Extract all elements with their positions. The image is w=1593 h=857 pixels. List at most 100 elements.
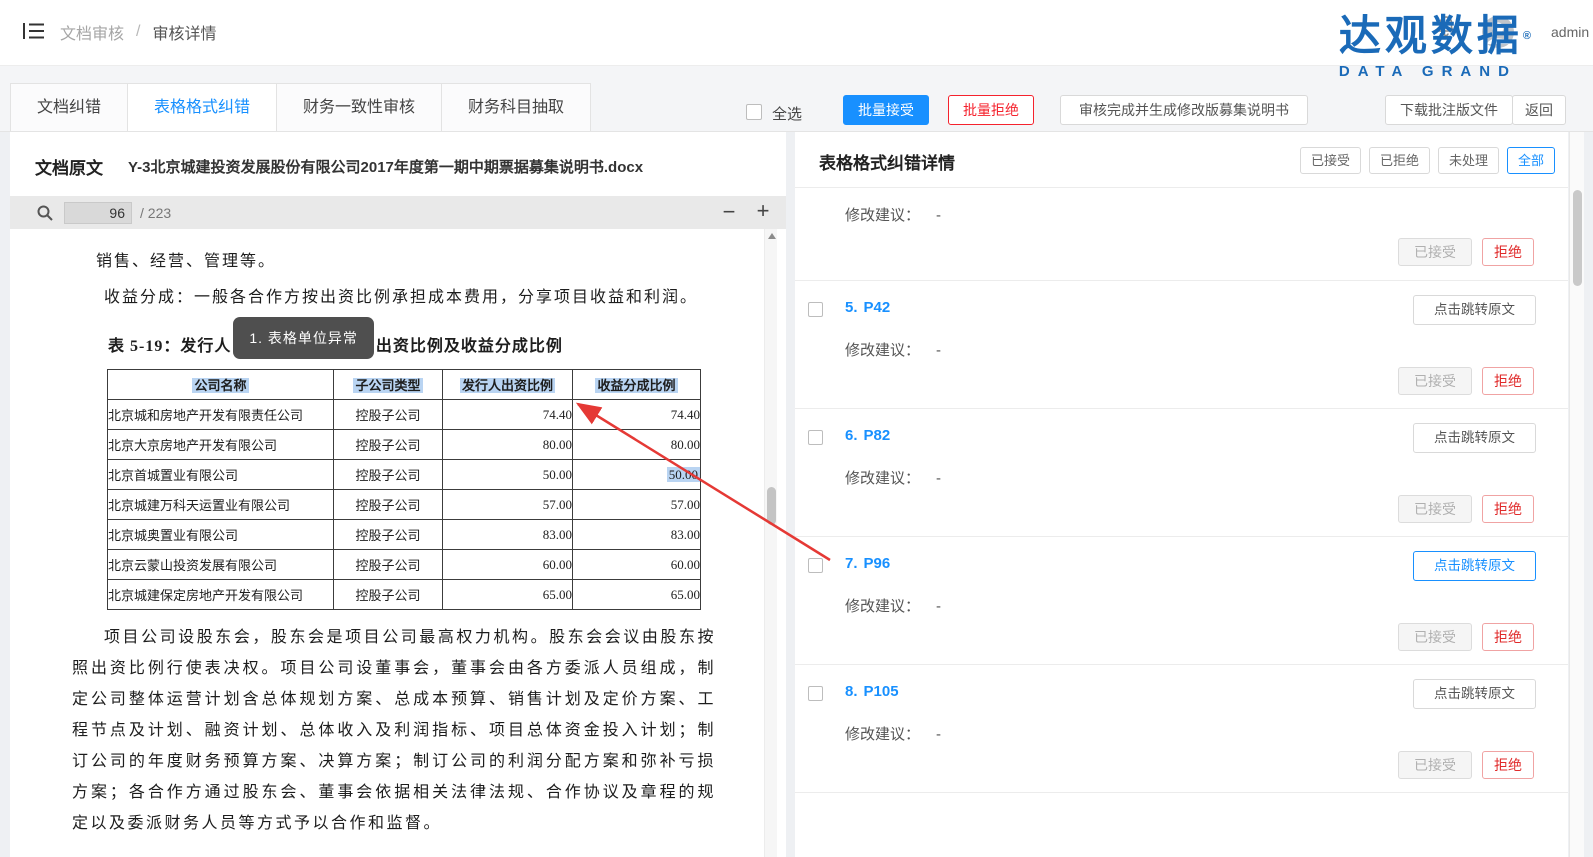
list-item-p105: 8.P105 点击跳转原文 修改建议：- 已接受 拒绝 (795, 665, 1568, 793)
suggestion-label: 修改建议： (845, 598, 920, 615)
item-checkbox[interactable] (808, 686, 823, 701)
header-subsidiary-type: 子公司类型 (353, 378, 422, 393)
reject-button[interactable]: 拒绝 (1482, 623, 1534, 651)
header-company-name: 公司名称 (192, 378, 248, 393)
item-title: 7.P96 (845, 555, 890, 572)
table-row: 北京大京房地产开发有限公司 控股子公司 80.00 80.00 (108, 430, 701, 460)
suggestion-label: 修改建议： (845, 207, 920, 224)
correction-list: 修改建议：- 已接受 拒绝 5.P42 点击跳转原文 修改建议：- 已接受 拒绝 (795, 188, 1568, 857)
tab-table-format-correction[interactable]: 表格格式纠错 (128, 84, 277, 131)
username-label: admin (1551, 24, 1589, 40)
table-header-row: 公司名称 子公司类型 发行人出资比例 收益分成比例 (108, 370, 701, 400)
tab-financial-subject-extract[interactable]: 财务科目抽取 (442, 84, 591, 131)
jump-to-original-button[interactable]: 点击跳转原文 (1413, 551, 1536, 581)
back-button[interactable]: 返回 (1512, 95, 1566, 125)
suggestion-value: - (936, 207, 941, 224)
panel-header: 表格格式纠错详情 已接受 已拒绝 未处理 全部 (795, 132, 1568, 188)
search-icon[interactable] (36, 204, 54, 222)
document-filename: Y-3北京城建投资发展股份有限公司2017年度第一期中期票据募集说明书.docx (128, 156, 643, 177)
filter-unprocessed[interactable]: 未处理 (1438, 147, 1499, 174)
doc-paragraph-2: 收益分成：一般各合作方按出资比例承担成本费用，分享项目收益和利润。 (72, 282, 716, 313)
document-original-label: 文档原文 (35, 154, 103, 179)
suggestion-label: 修改建议： (845, 342, 920, 359)
suggestion-row: 修改建议：- (845, 467, 1568, 487)
document-header: 文档原文 Y-3北京城建投资发展股份有限公司2017年度第一期中期票据募集说明书… (10, 132, 786, 196)
table-caption-left: 表 5-19：发行人 (108, 332, 231, 356)
table-row: 北京城和房地产开发有限责任公司 控股子公司 74.40 74.40 (108, 400, 701, 430)
breadcrumb-separator: / (136, 23, 140, 41)
item-title: 8.P105 (845, 683, 899, 700)
table-row: 北京云蒙山投资发展有限公司 控股子公司 60.00 60.00 (108, 550, 701, 580)
scroll-up-icon[interactable] (768, 233, 776, 239)
reject-button[interactable]: 拒绝 (1482, 751, 1534, 779)
suggestion-label: 修改建议： (845, 726, 920, 743)
accepted-button[interactable]: 已接受 (1398, 367, 1472, 395)
item-checkbox[interactable] (808, 430, 823, 445)
header-profit-ratio: 收益分成比例 (595, 378, 677, 393)
tab-financial-consistency[interactable]: 财务一致性审核 (277, 84, 442, 131)
panel-title: 表格格式纠错详情 (819, 149, 955, 174)
table-row: 北京城建万科天运置业有限公司 控股子公司 57.00 57.00 (108, 490, 701, 520)
filter-accepted[interactable]: 已接受 (1300, 147, 1361, 174)
tab-strip: 文档纠错 表格格式纠错 财务一致性审核 财务科目抽取 全选 批量接受 批量拒绝 … (0, 66, 1593, 132)
page-scrollbar-thumb[interactable] (1573, 190, 1582, 286)
suggestion-row: 修改建议：- (845, 723, 1568, 743)
breadcrumb-doc-review[interactable]: 文档审核 (60, 20, 124, 44)
table-row: 北京城奥置业有限公司 控股子公司 83.00 83.00 (108, 520, 701, 550)
reject-button[interactable]: 拒绝 (1482, 367, 1534, 395)
jump-to-original-button[interactable]: 点击跳转原文 (1413, 423, 1536, 453)
document-scrollbar-thumb[interactable] (767, 487, 776, 525)
page-scrollbar[interactable] (1569, 132, 1584, 857)
doc-paragraph-1: 销售、经营、管理等。 (96, 247, 716, 271)
filter-rejected[interactable]: 已拒绝 (1369, 147, 1430, 174)
list-item-p42: 5.P42 点击跳转原文 修改建议：- 已接受 拒绝 (795, 281, 1568, 409)
suggestion-row: 修改建议：- (845, 204, 1568, 224)
accepted-button[interactable]: 已接受 (1398, 238, 1472, 266)
list-item-p82: 6.P82 点击跳转原文 修改建议：- 已接受 拒绝 (795, 409, 1568, 537)
item-checkbox[interactable] (808, 302, 823, 317)
item-checkbox[interactable] (808, 558, 823, 573)
table-caption-row: 表 5-19：发行人 1. 表格单位异常 出资比例及收益分成比例 (72, 323, 716, 365)
user-avatar[interactable] (1482, 16, 1514, 48)
subsidiary-ratio-table: 公司名称 子公司类型 发行人出资比例 收益分成比例 北京城和房地产开发有限责任公… (107, 369, 701, 610)
jump-to-original-button[interactable]: 点击跳转原文 (1413, 295, 1536, 325)
document-panel: 文档原文 Y-3北京城建投资发展股份有限公司2017年度第一期中期票据募集说明书… (10, 132, 786, 857)
download-annotated-button[interactable]: 下载批注版文件 (1385, 95, 1513, 125)
page-total-label: / 223 (140, 205, 171, 221)
suggestion-label: 修改建议： (845, 470, 920, 487)
suggestion-row: 修改建议：- (845, 339, 1568, 359)
accepted-button[interactable]: 已接受 (1398, 751, 1472, 779)
zoom-out-button[interactable]: − (718, 199, 740, 225)
jump-to-original-button[interactable]: 点击跳转原文 (1413, 679, 1536, 709)
tab-doc-correction[interactable]: 文档纠错 (11, 84, 128, 131)
batch-reject-button[interactable]: 批量拒绝 (948, 95, 1034, 125)
batch-accept-button[interactable]: 批量接受 (843, 95, 929, 125)
select-all-label: 全选 (772, 103, 802, 124)
document-page: 销售、经营、管理等。 收益分成：一般各合作方按出资比例承担成本费用，分享项目收益… (10, 229, 786, 857)
reject-button[interactable]: 拒绝 (1482, 238, 1534, 266)
menu-fold-icon[interactable] (20, 18, 46, 44)
document-scrollbar[interactable] (764, 229, 777, 857)
reject-button[interactable]: 拒绝 (1482, 495, 1534, 523)
document-toolbar: / 223 − + (10, 196, 786, 229)
zoom-in-button[interactable]: + (752, 198, 774, 224)
correction-detail-panel: 表格格式纠错详情 已接受 已拒绝 未处理 全部 修改建议：- 已接受 拒绝 5.… (795, 132, 1568, 857)
anomaly-tooltip: 1. 表格单位异常 (233, 317, 374, 359)
table-caption-right: 出资比例及收益分成比例 (376, 332, 563, 356)
tabs-group: 文档纠错 表格格式纠错 财务一致性审核 财务科目抽取 (10, 83, 591, 131)
item-title: 5.P42 (845, 299, 890, 316)
accepted-button[interactable]: 已接受 (1398, 623, 1472, 651)
filter-group: 已接受 已拒绝 未处理 全部 (1300, 147, 1555, 174)
suggestion-value: - (936, 726, 941, 743)
filter-all[interactable]: 全部 (1507, 147, 1555, 174)
suggestion-value: - (936, 598, 941, 615)
select-all-checkbox[interactable] (746, 104, 762, 120)
suggestion-row: 修改建议：- (845, 595, 1568, 615)
finish-generate-button[interactable]: 审核完成并生成修改版募集说明书 (1060, 95, 1308, 125)
notification-bell-icon[interactable] (1434, 14, 1458, 38)
accepted-button[interactable]: 已接受 (1398, 495, 1472, 523)
page-number-input[interactable] (64, 202, 132, 224)
table-row: 北京城建保定房地产开发有限公司 控股子公司 65.00 65.00 (108, 580, 701, 610)
list-item-p96: 7.P96 点击跳转原文 修改建议：- 已接受 拒绝 (795, 537, 1568, 665)
list-item-partial: 修改建议：- 已接受 拒绝 (795, 188, 1568, 281)
